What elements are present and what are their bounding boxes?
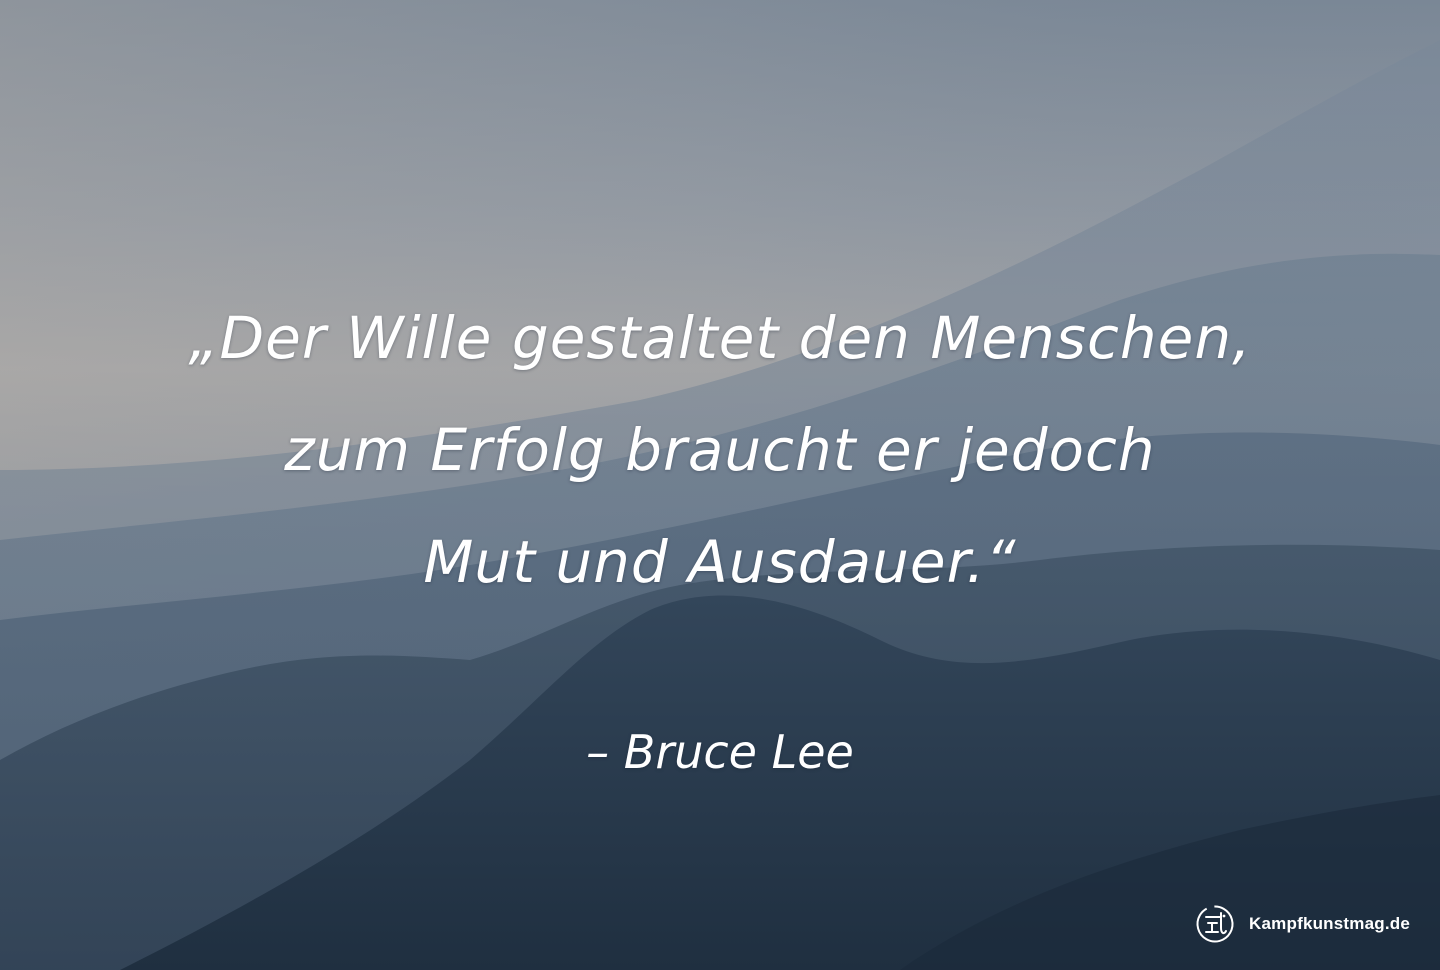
site-watermark: Kampfkunstmag.de	[1195, 902, 1410, 946]
site-name: Kampfkunstmag.de	[1249, 914, 1410, 933]
martial-arts-logo-icon	[1196, 905, 1234, 943]
quote-line: „Der Wille gestaltet den Menschen,	[188, 304, 1252, 372]
quote-image: „Der Wille gestaltet den Menschen, zum E…	[0, 0, 1440, 970]
quote-line: Mut und Ausdauer.“	[423, 528, 1017, 596]
quote-author: – Bruce Lee	[586, 725, 854, 779]
quote-line: zum Erfolg braucht er jedoch	[284, 416, 1156, 484]
quote-text: „Der Wille gestaltet den Menschen, zum E…	[0, 282, 1440, 618]
